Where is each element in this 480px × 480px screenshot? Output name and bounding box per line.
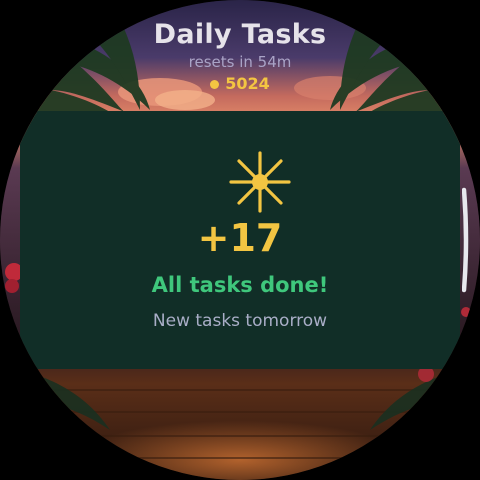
coin-icon: [210, 79, 220, 89]
watch-screen: Daily Tasks resets in 54m 5024 +17 All t…: [0, 0, 480, 480]
sun-icon: [229, 151, 291, 213]
header: Daily Tasks resets in 54m 5024: [0, 18, 480, 94]
completion-status: All tasks done!: [151, 273, 329, 297]
reset-timer: resets in 54m: [188, 53, 292, 71]
coin-balance-value: 5024: [225, 74, 270, 93]
page-title: Daily Tasks: [153, 19, 327, 50]
points-earned: +17: [197, 216, 283, 260]
completion-card: +17 All tasks done! New tasks tomorrow: [20, 111, 460, 369]
coin-balance: 5024: [0, 74, 480, 94]
next-tasks-note: New tasks tomorrow: [152, 311, 328, 331]
scroll-indicator[interactable]: [462, 186, 470, 294]
